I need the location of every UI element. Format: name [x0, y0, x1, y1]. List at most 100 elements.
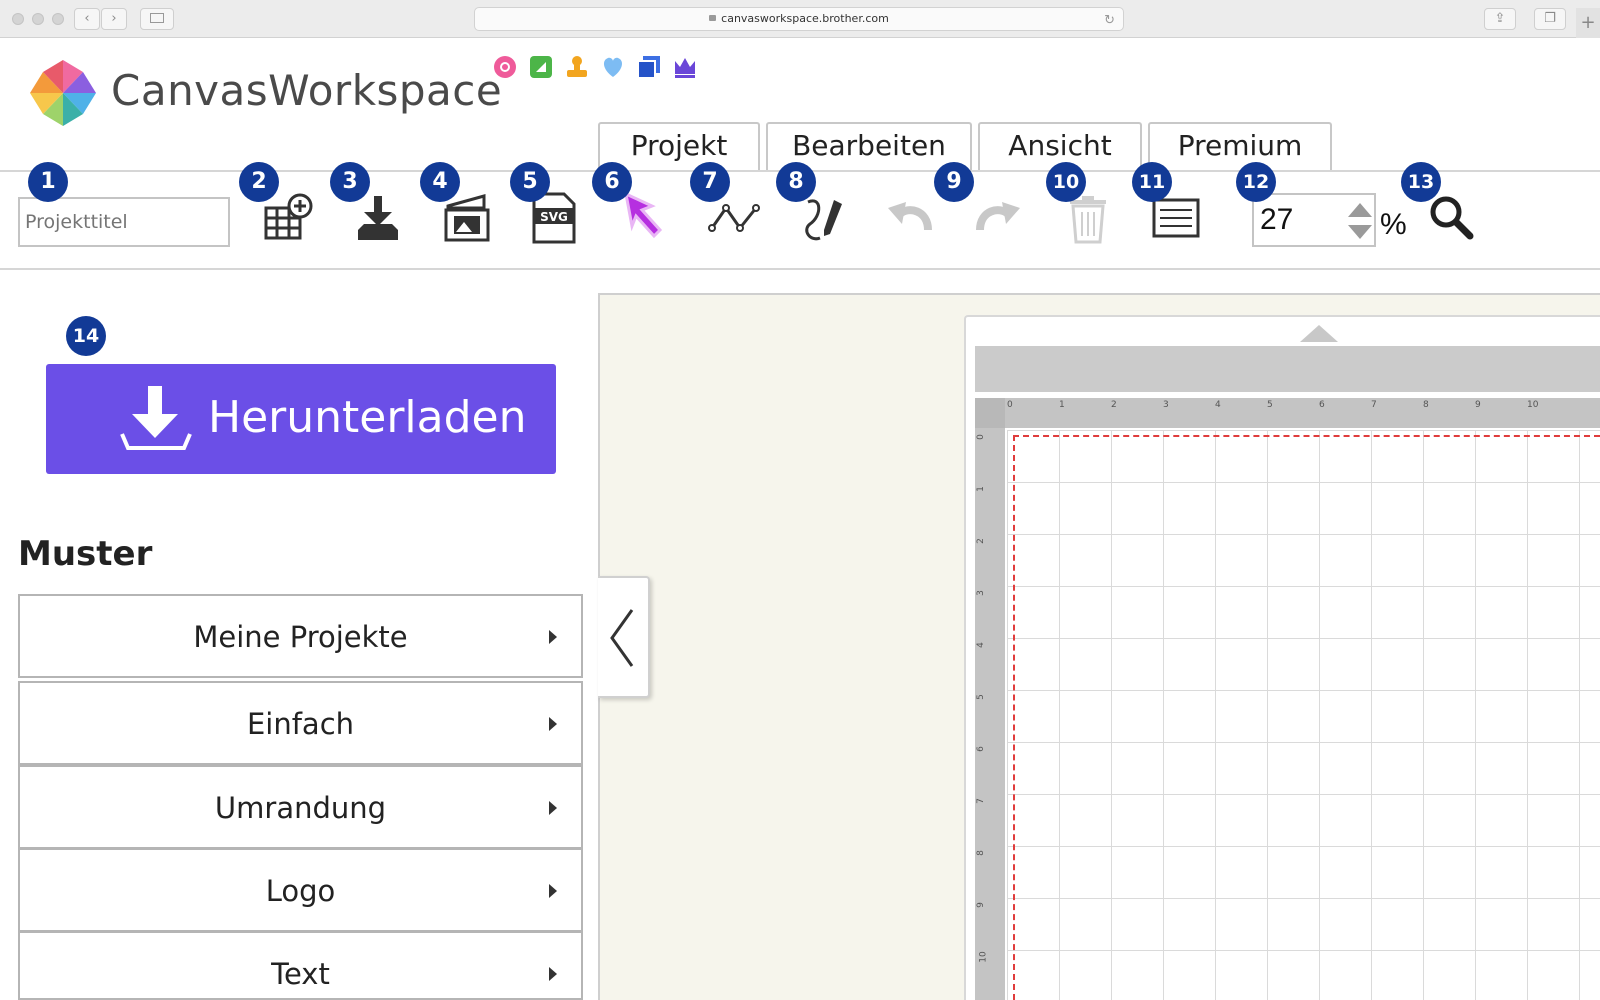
ruler-left-label: 2	[975, 538, 986, 544]
zoom-stepper-arrows-icon[interactable]	[1346, 197, 1374, 245]
cut-area-boundary-top	[1013, 435, 1600, 437]
ruler-corner	[975, 398, 1005, 428]
flower-icon[interactable]	[492, 54, 518, 80]
tab-premium[interactable]: Premium	[1148, 122, 1332, 172]
share-icon: ⇪	[1494, 11, 1506, 26]
section-title: Muster	[18, 534, 153, 574]
browser-toolbar: ‹ › canvasworkspace.brother.com ↻ ⇪ ❐ +	[0, 0, 1600, 38]
reload-icon[interactable]: ↻	[1104, 10, 1115, 32]
badge-14: 14	[66, 316, 106, 356]
tabs-icon: ❐	[1544, 11, 1556, 26]
undo-icon	[888, 202, 932, 231]
menu-item-text[interactable]: Text	[18, 931, 583, 1000]
ruler-top-label: 10	[1527, 400, 1539, 410]
ruler-left-label: 9	[975, 902, 986, 908]
menu-item-label: Text	[271, 957, 330, 991]
ruler-top-label: 3	[1163, 400, 1169, 410]
badge-9: 9	[934, 162, 974, 202]
badge-7: 7	[690, 162, 730, 202]
zoom-unit: %	[1380, 208, 1407, 241]
download-button-label: Herunterladen	[208, 392, 527, 443]
ruler-left-label: 7	[975, 798, 986, 804]
chevron-right-icon: ›	[111, 11, 117, 26]
badge-1: 1	[28, 162, 68, 202]
ruler-top: 0 1 2 3 4 5 6 7 8 9 10	[975, 398, 1600, 428]
collapse-sidebar-button[interactable]	[598, 576, 650, 698]
ruler-left-label: 5	[975, 694, 986, 700]
chevron-right-icon	[549, 967, 557, 981]
menu-item-logo[interactable]: Logo	[18, 848, 583, 932]
menu-item-meine-projekte[interactable]: Meine Projekte	[18, 594, 583, 678]
ruler-top-label: 0	[1007, 400, 1013, 410]
chevron-left-icon: ‹	[84, 11, 90, 26]
zoom-value: 27	[1260, 203, 1294, 236]
app-logo-icon	[30, 60, 96, 126]
badge-11: 11	[1132, 162, 1172, 202]
badge-2: 2	[239, 162, 279, 202]
chevron-right-icon	[549, 630, 557, 644]
menu-item-label: Einfach	[246, 707, 355, 741]
app-root: ‹ › canvasworkspace.brother.com ↻ ⇪ ❐ + …	[0, 0, 1600, 1000]
url-text: canvasworkspace.brother.com	[721, 12, 889, 25]
forward-button[interactable]: ›	[101, 8, 127, 30]
chevron-right-icon	[549, 717, 557, 731]
download-button[interactable]: Herunterladen	[46, 364, 556, 474]
stamp-icon[interactable]	[564, 54, 590, 80]
address-bar[interactable]: canvasworkspace.brother.com ↻	[474, 7, 1124, 31]
menu-item-label: Logo	[265, 874, 336, 908]
mat-grid[interactable]	[1007, 430, 1600, 1000]
layers-icon[interactable]	[636, 54, 662, 80]
tabs-overview-button[interactable]: ❐	[1534, 8, 1566, 30]
ruler-top-label: 9	[1475, 400, 1481, 410]
menu-item-einfach[interactable]: Einfach	[18, 681, 583, 765]
redo-icon	[976, 202, 1020, 231]
ruler-left-label: 1	[975, 486, 986, 492]
ruler-top-label: 4	[1215, 400, 1221, 410]
cut-area-boundary-left	[1013, 435, 1015, 1000]
chevron-right-icon	[549, 884, 557, 898]
ruler-left-label: 8	[975, 850, 986, 856]
mat-feed-arrow-icon	[1300, 325, 1338, 342]
ruler-left-label: 4	[975, 642, 986, 648]
badge-13: 13	[1401, 162, 1441, 202]
ruler-left-label: 6	[975, 746, 986, 752]
ruler-top-label: 8	[1423, 400, 1429, 410]
badge-4: 4	[420, 162, 460, 202]
minimize-window-button[interactable]	[32, 13, 44, 25]
badge-3: 3	[330, 162, 370, 202]
project-title-input[interactable]	[18, 197, 230, 247]
ruler-left-label: 10	[978, 951, 989, 963]
menu-item-umrandung[interactable]: Umrandung	[18, 765, 583, 849]
ruler-top-label: 5	[1267, 400, 1273, 410]
undo-button[interactable]	[880, 188, 940, 248]
badge-6: 6	[592, 162, 632, 202]
download-icon	[120, 386, 192, 450]
chevron-left-icon	[610, 609, 634, 667]
menu-item-label: Umrandung	[214, 791, 387, 825]
sidebar-icon	[150, 13, 164, 23]
sidebar-toggle-button[interactable]	[140, 8, 174, 30]
back-button[interactable]: ‹	[74, 8, 100, 30]
new-tab-button[interactable]: +	[1576, 8, 1600, 38]
plus-icon: +	[1580, 12, 1596, 33]
crown-icon[interactable]	[672, 54, 698, 80]
menu-item-label: Meine Projekte	[193, 620, 408, 654]
heart-icon[interactable]	[600, 54, 626, 80]
lock-icon	[709, 15, 717, 21]
maximize-window-button[interactable]	[52, 13, 64, 25]
redo-button[interactable]	[968, 188, 1028, 248]
chevron-right-icon	[549, 801, 557, 815]
toolbar-divider-bottom	[0, 268, 1600, 270]
ruler-left-label: 0	[975, 434, 986, 440]
svg-text:SVG: SVG	[540, 210, 568, 224]
zoom-stepper[interactable]: 27	[1252, 193, 1376, 247]
ruler-left-label: 3	[975, 590, 986, 596]
sticker-icon[interactable]	[528, 54, 554, 80]
share-button[interactable]: ⇪	[1484, 8, 1516, 30]
close-window-button[interactable]	[12, 13, 24, 25]
badge-8: 8	[776, 162, 816, 202]
ruler-top-label: 2	[1111, 400, 1117, 410]
ruler-top-label: 7	[1371, 400, 1377, 410]
ruler-top-label: 1	[1059, 400, 1065, 410]
badge-5: 5	[510, 162, 550, 202]
